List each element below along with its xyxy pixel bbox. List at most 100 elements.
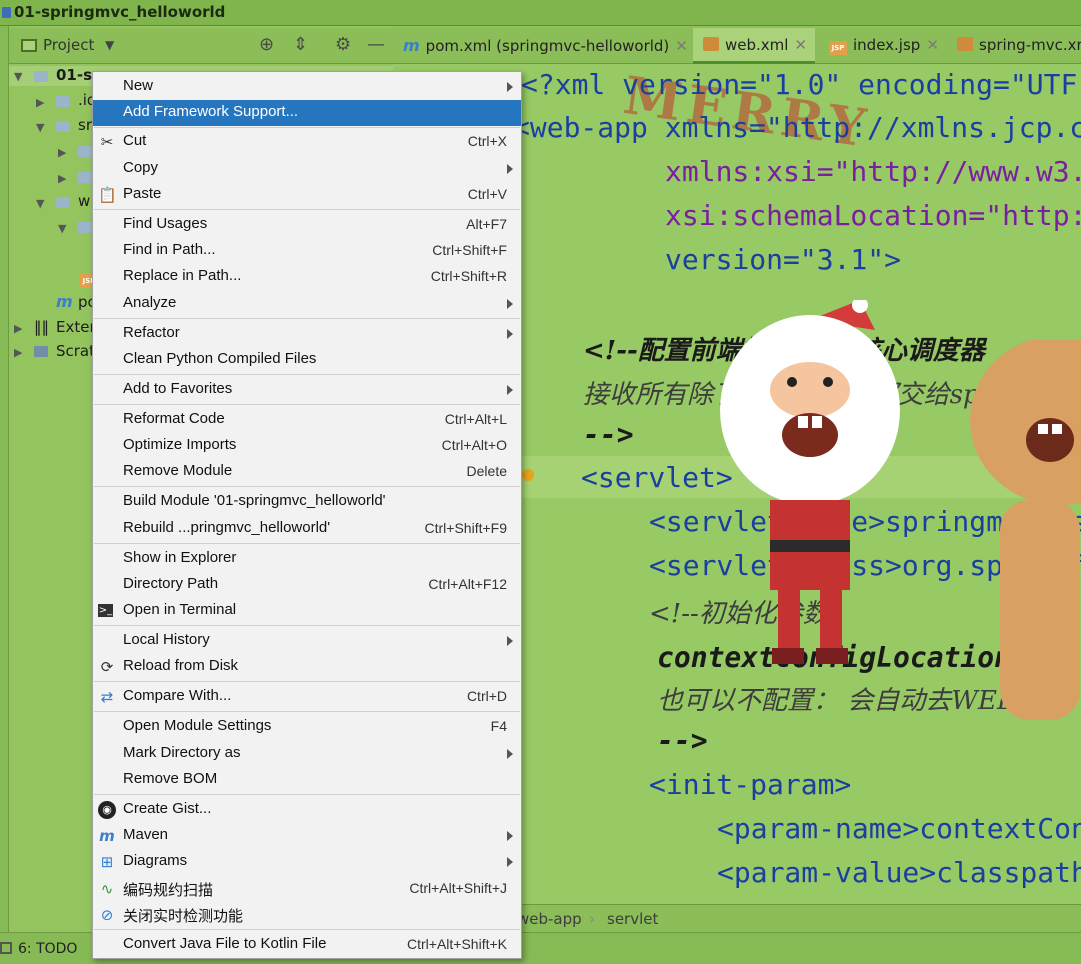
chevron-right-icon[interactable]: ▶ — [14, 346, 22, 359]
menu-item-label: Maven — [123, 826, 169, 843]
close-icon[interactable]: ✕ — [675, 37, 688, 55]
chevron-down-icon[interactable]: ▼ — [58, 222, 66, 235]
menu-item-remove-module[interactable]: Remove Module Delete — [93, 459, 521, 485]
terminal-icon: >_ — [98, 604, 113, 617]
tab-label: pom.xml (springmvc-helloworld) — [425, 37, 670, 55]
tab-web-xml[interactable]: web.xml ✕ — [693, 28, 816, 64]
code-line: <web-app xmlns="http://xmlns.jcp.c — [513, 111, 1081, 144]
menu-item-shortcut: Ctrl+Alt+L — [444, 411, 507, 427]
menu-item-local-history[interactable]: Local History — [93, 628, 521, 654]
reload-icon: ⟳ — [100, 658, 114, 676]
menu-separator — [94, 794, 520, 795]
todo-tool-button[interactable]: 6: TODO — [18, 941, 77, 957]
submenu-arrow-icon — [507, 385, 513, 395]
breadcrumb-item-web-app[interactable]: web-app — [517, 910, 582, 928]
menu-item-label: Clean Python Compiled Files — [123, 350, 317, 367]
menu-item-diagrams[interactable]: ⊞ Diagrams — [93, 849, 521, 875]
menu-item-reformat-code[interactable]: Reformat Code Ctrl+Alt+L — [93, 407, 521, 433]
chevron-right-icon[interactable]: ▶ — [58, 172, 66, 185]
lightbulb-icon[interactable]: ● — [521, 464, 535, 483]
project-view-selector[interactable]: Project — [43, 36, 94, 54]
minimize-icon[interactable]: — — [367, 34, 385, 55]
menu-separator — [94, 209, 520, 210]
menu-item-create-gist[interactable]: ◉ Create Gist... — [93, 797, 521, 823]
tab-spring-mvc-xml[interactable]: spring-mvc.xr — [957, 28, 1081, 64]
tab-pom-xml[interactable]: m pom.xml (springmvc-helloworld) ✕ — [403, 28, 688, 64]
menu-item-find-in-path[interactable]: Find in Path... Ctrl+Shift+F — [93, 238, 521, 264]
menu-item-optimize-imports[interactable]: Optimize Imports Ctrl+Alt+O — [93, 433, 521, 459]
menu-item-replace-in-path[interactable]: Replace in Path... Ctrl+Shift+R — [93, 264, 521, 290]
menu-item-add-framework-support[interactable]: Add Framework Support... — [93, 100, 521, 126]
folder-icon — [56, 197, 70, 208]
xml-icon — [703, 37, 719, 51]
locate-icon[interactable]: ⊕ — [259, 34, 274, 55]
collapse-all-icon[interactable]: ⇕ — [293, 34, 308, 55]
menu-item-compare-with[interactable]: ⇄ Compare With... Ctrl+D — [93, 684, 521, 710]
menu-item-mark-directory-as[interactable]: Mark Directory as — [93, 741, 521, 767]
menu-item-cut[interactable]: ✂ Cut Ctrl+X — [93, 129, 521, 155]
chevron-down-icon[interactable]: ▼ — [36, 197, 44, 210]
menu-item-label: Mark Directory as — [123, 744, 241, 761]
breadcrumb-item-servlet[interactable]: servlet — [607, 910, 658, 928]
tree-item-external-libraries[interactable]: Exter — [56, 318, 96, 336]
tab-label: index.jsp — [853, 36, 921, 54]
folder-icon — [78, 172, 92, 183]
close-icon[interactable]: ✕ — [926, 36, 939, 54]
library-icon: ‖‖ — [34, 318, 49, 336]
menu-item-copy[interactable]: Copy — [93, 156, 521, 182]
menu-separator — [94, 929, 520, 930]
submenu-arrow-icon — [507, 636, 513, 646]
submenu-arrow-icon — [507, 299, 513, 309]
project-view-icon — [21, 39, 37, 52]
menu-item-directory-path[interactable]: Directory Path Ctrl+Alt+F12 — [93, 572, 521, 598]
tree-item-scratches[interactable]: Scrat — [56, 342, 95, 360]
tree-item-webapp[interactable]: w — [78, 192, 90, 210]
gear-icon[interactable]: ⚙ — [335, 34, 351, 55]
chevron-right-icon[interactable]: ▶ — [36, 96, 44, 109]
menu-item-convert-to-kotlin[interactable]: Convert Java File to Kotlin File Ctrl+Alt… — [93, 932, 521, 958]
menu-item-shortcut: Ctrl+Shift+F9 — [424, 520, 507, 536]
jsp-icon: JSP — [829, 41, 847, 55]
menu-item-find-usages[interactable]: Find Usages Alt+F7 — [93, 212, 521, 238]
menu-item-shortcut: Delete — [466, 463, 507, 479]
menu-item-rebuild-module[interactable]: Rebuild ...pringmvc_helloworld' Ctrl+Shif… — [93, 516, 521, 542]
menu-item-reload-from-disk[interactable]: ⟳ Reload from Disk — [93, 654, 521, 680]
menu-item-label: Compare With... — [123, 687, 232, 704]
chevron-down-icon[interactable]: ▼ — [14, 70, 22, 83]
tree-item-src[interactable]: sr — [78, 116, 92, 134]
menu-item-open-module-settings[interactable]: Open Module Settings F4 — [93, 714, 521, 740]
tab-index-jsp[interactable]: JSP index.jsp ✕ — [829, 28, 939, 64]
code-line: <param-value>classpath — [717, 856, 1081, 889]
menu-item-maven[interactable]: m Maven — [93, 823, 521, 849]
code-comment-line: --> — [583, 418, 634, 451]
menu-item-add-to-favorites[interactable]: Add to Favorites — [93, 377, 521, 403]
chevron-down-icon[interactable]: ▼ — [105, 38, 114, 52]
code-line: version="3.1"> — [665, 243, 902, 276]
chevron-right-icon[interactable]: ▶ — [58, 146, 66, 159]
santa-mascot-image — [720, 300, 900, 664]
menu-item-label: Cut — [123, 132, 147, 149]
menu-item-shortcut: Ctrl+Alt+Shift+K — [407, 936, 507, 952]
code-line: <?xml version="1.0" encoding="UTF- — [521, 68, 1081, 101]
menu-item-clean-python[interactable]: Clean Python Compiled Files — [93, 347, 521, 373]
menu-item-analyze[interactable]: Analyze — [93, 291, 521, 317]
chevron-down-icon[interactable]: ▼ — [36, 121, 44, 134]
scratches-icon — [34, 346, 48, 357]
menu-item-open-in-terminal[interactable]: >_ Open in Terminal — [93, 598, 521, 624]
menu-item-build-module[interactable]: Build Module '01-springmvc_helloworld' — [93, 489, 521, 515]
scan-icon: ∿ — [100, 880, 114, 898]
menu-separator — [94, 681, 520, 682]
close-icon[interactable]: ✕ — [794, 36, 807, 54]
menu-item-show-in-explorer[interactable]: Show in Explorer — [93, 546, 521, 572]
menu-item-remove-bom[interactable]: Remove BOM — [93, 767, 521, 793]
menu-item-paste[interactable]: 📋 Paste Ctrl+V — [93, 182, 521, 208]
chevron-right-icon[interactable]: ▶ — [14, 322, 22, 335]
menu-item-new[interactable]: New — [93, 74, 521, 100]
menu-item-label: Paste — [123, 185, 162, 202]
left-tool-stripe — [0, 26, 9, 964]
menu-item-code-scan[interactable]: ∿ 编码规约扫描 Ctrl+Alt+Shift+J — [93, 876, 521, 902]
menu-item-refactor[interactable]: Refactor — [93, 321, 521, 347]
diagram-icon: ⊞ — [100, 853, 114, 871]
menu-item-label: Remove BOM — [123, 770, 218, 787]
menu-item-disable-realtime-check[interactable]: ⊘ 关闭实时检测功能 — [93, 902, 521, 928]
